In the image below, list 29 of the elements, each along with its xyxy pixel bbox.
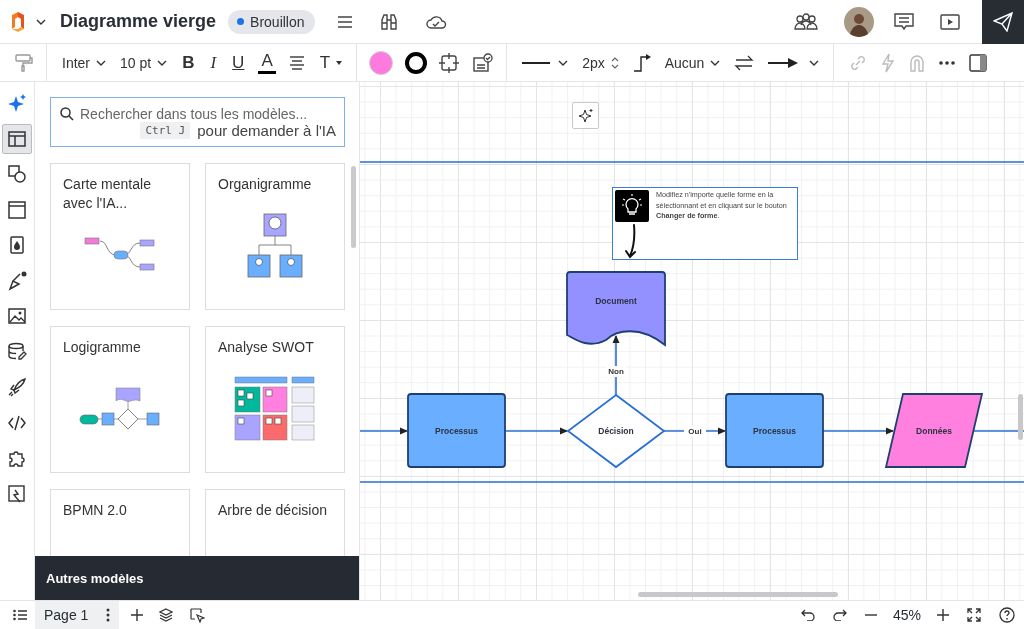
page-tab[interactable]: Page 1 xyxy=(35,601,120,629)
zoom-level[interactable]: 45% xyxy=(892,607,921,623)
line-width-stepper[interactable]: 2px xyxy=(575,47,626,78)
status-badge[interactable]: Brouillon xyxy=(228,9,315,34)
template-card[interactable]: Logigramme xyxy=(50,326,190,473)
ai-hint: pour demander à l'IA xyxy=(197,122,336,139)
arrow-start-dropdown[interactable]: Aucun xyxy=(657,47,728,78)
template-card[interactable]: Analyse SWOT xyxy=(205,326,345,473)
text-style-button[interactable]: T xyxy=(311,47,351,78)
shape-label: Données xyxy=(916,425,952,436)
shape-label: Décision xyxy=(598,426,634,436)
format-button[interactable]: I xyxy=(202,47,225,78)
shape-label: Processus xyxy=(753,425,796,436)
format-button[interactable]: B xyxy=(174,47,203,78)
search-field[interactable]: Rechercher dans tous les modèles... xyxy=(80,106,336,122)
keyboard-shortcut: Ctrl J xyxy=(140,122,191,139)
more-templates-button[interactable]: Autres modèles xyxy=(35,556,359,600)
edge-label: Non xyxy=(608,367,624,376)
shape-label: Document xyxy=(595,296,637,306)
format-button[interactable]: U xyxy=(224,47,253,78)
search-box[interactable]: Rechercher dans tous les modèles... Ctrl J pour demander à l'IA xyxy=(50,97,345,147)
template-card[interactable]: Organigramme xyxy=(205,163,345,310)
format-button[interactable]: A xyxy=(258,51,276,74)
shape-label: Processus xyxy=(435,425,478,436)
template-card[interactable]: Carte mentale avec l'IA... xyxy=(50,163,190,310)
font-size-dropdown[interactable]: 10 pt xyxy=(113,47,175,78)
edge-label: Oui xyxy=(688,427,702,436)
document-title[interactable]: Diagramme vierge xyxy=(60,11,217,32)
font-dropdown[interactable]: Inter xyxy=(55,47,113,78)
